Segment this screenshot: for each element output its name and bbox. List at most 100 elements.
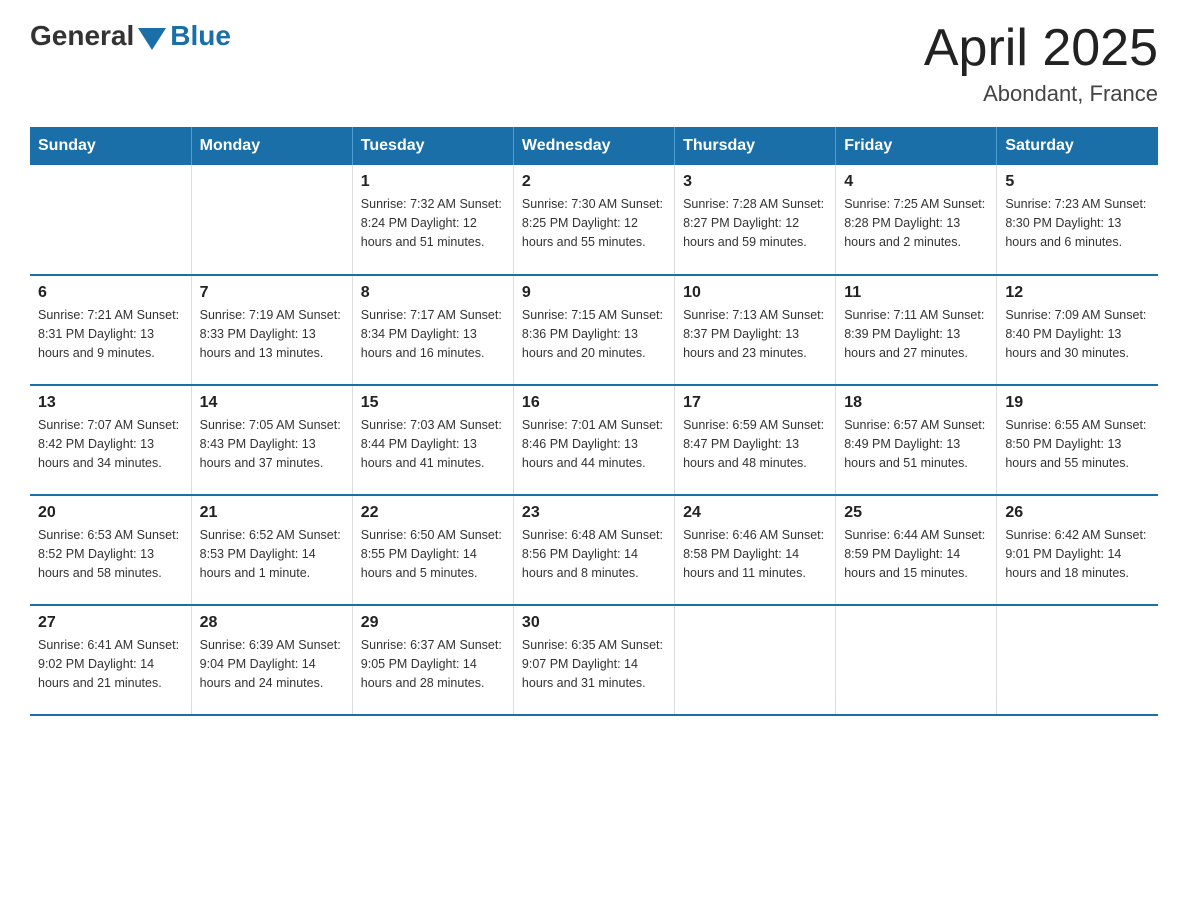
day-number: 8	[361, 284, 505, 302]
day-number: 7	[200, 284, 344, 302]
calendar-cell: 18 Sunrise: 6:57 AM Sunset: 8:49 PM Dayli…	[836, 385, 997, 495]
day-number: 11	[844, 284, 988, 302]
calendar-cell	[191, 165, 352, 275]
calendar-cell	[675, 605, 836, 715]
day-info: Sunrise: 6:57 AM Sunset: 8:49 PM Dayligh…	[844, 416, 988, 472]
logo-general-text: General	[30, 20, 134, 52]
calendar-week-row: 1 Sunrise: 7:32 AM Sunset: 8:24 PM Daylig…	[30, 165, 1158, 275]
calendar-cell: 27Sunrise: 6:41 AM Sunset: 9:02 PM Dayli…	[30, 605, 191, 715]
day-number: 14	[200, 394, 344, 412]
day-info: Sunrise: 6:46 AM Sunset: 8:58 PM Dayligh…	[683, 526, 827, 582]
calendar-cell: 23 Sunrise: 6:48 AM Sunset: 8:56 PM Dayli…	[513, 495, 674, 605]
day-info: Sunrise: 7:28 AM Sunset: 8:27 PM Dayligh…	[683, 195, 827, 251]
day-info: Sunrise: 7:30 AM Sunset: 8:25 PM Dayligh…	[522, 195, 666, 251]
calendar-header-row: SundayMondayTuesdayWednesdayThursdayFrid…	[30, 127, 1158, 165]
day-number: 12	[1005, 284, 1150, 302]
calendar-cell: 20Sunrise: 6:53 AM Sunset: 8:52 PM Dayli…	[30, 495, 191, 605]
day-info: Sunrise: 7:23 AM Sunset: 8:30 PM Dayligh…	[1005, 195, 1150, 251]
day-info: Sunrise: 7:09 AM Sunset: 8:40 PM Dayligh…	[1005, 306, 1150, 362]
column-header-saturday: Saturday	[997, 127, 1158, 165]
logo: General Blue	[30, 20, 231, 52]
day-number: 2	[522, 173, 666, 191]
column-header-friday: Friday	[836, 127, 997, 165]
calendar-table: SundayMondayTuesdayWednesdayThursdayFrid…	[30, 127, 1158, 716]
day-number: 24	[683, 504, 827, 522]
day-info: Sunrise: 6:48 AM Sunset: 8:56 PM Dayligh…	[522, 526, 666, 582]
day-info: Sunrise: 7:32 AM Sunset: 8:24 PM Dayligh…	[361, 195, 505, 251]
calendar-cell: 5 Sunrise: 7:23 AM Sunset: 8:30 PM Daylig…	[997, 165, 1158, 275]
day-number: 22	[361, 504, 505, 522]
logo-blue-text: Blue	[170, 20, 231, 52]
calendar-week-row: 20Sunrise: 6:53 AM Sunset: 8:52 PM Dayli…	[30, 495, 1158, 605]
calendar-cell: 7 Sunrise: 7:19 AM Sunset: 8:33 PM Daylig…	[191, 275, 352, 385]
calendar-cell	[997, 605, 1158, 715]
calendar-cell: 9 Sunrise: 7:15 AM Sunset: 8:36 PM Daylig…	[513, 275, 674, 385]
calendar-cell: 17 Sunrise: 6:59 AM Sunset: 8:47 PM Dayli…	[675, 385, 836, 495]
day-info: Sunrise: 6:59 AM Sunset: 8:47 PM Dayligh…	[683, 416, 827, 472]
day-number: 20	[38, 504, 183, 522]
calendar-cell: 2 Sunrise: 7:30 AM Sunset: 8:25 PM Daylig…	[513, 165, 674, 275]
calendar-cell: 1 Sunrise: 7:32 AM Sunset: 8:24 PM Daylig…	[352, 165, 513, 275]
day-number: 29	[361, 614, 505, 632]
calendar-cell	[836, 605, 997, 715]
day-info: Sunrise: 6:50 AM Sunset: 8:55 PM Dayligh…	[361, 526, 505, 582]
day-info: Sunrise: 6:52 AM Sunset: 8:53 PM Dayligh…	[200, 526, 344, 582]
day-number: 4	[844, 173, 988, 191]
day-number: 15	[361, 394, 505, 412]
calendar-cell: 22 Sunrise: 6:50 AM Sunset: 8:55 PM Dayli…	[352, 495, 513, 605]
day-info: Sunrise: 7:19 AM Sunset: 8:33 PM Dayligh…	[200, 306, 344, 362]
day-info: Sunrise: 7:13 AM Sunset: 8:37 PM Dayligh…	[683, 306, 827, 362]
calendar-week-row: 13Sunrise: 7:07 AM Sunset: 8:42 PM Dayli…	[30, 385, 1158, 495]
day-number: 28	[200, 614, 344, 632]
day-number: 21	[200, 504, 344, 522]
day-number: 9	[522, 284, 666, 302]
day-number: 23	[522, 504, 666, 522]
calendar-cell: 13Sunrise: 7:07 AM Sunset: 8:42 PM Dayli…	[30, 385, 191, 495]
column-header-monday: Monday	[191, 127, 352, 165]
calendar-cell: 28 Sunrise: 6:39 AM Sunset: 9:04 PM Dayli…	[191, 605, 352, 715]
logo-triangle-icon	[138, 28, 166, 50]
day-info: Sunrise: 7:17 AM Sunset: 8:34 PM Dayligh…	[361, 306, 505, 362]
column-header-sunday: Sunday	[30, 127, 191, 165]
column-header-thursday: Thursday	[675, 127, 836, 165]
day-number: 3	[683, 173, 827, 191]
day-number: 5	[1005, 173, 1150, 191]
day-number: 6	[38, 284, 183, 302]
calendar-cell: 24 Sunrise: 6:46 AM Sunset: 8:58 PM Dayli…	[675, 495, 836, 605]
day-number: 30	[522, 614, 666, 632]
day-number: 17	[683, 394, 827, 412]
calendar-week-row: 27Sunrise: 6:41 AM Sunset: 9:02 PM Dayli…	[30, 605, 1158, 715]
day-number: 1	[361, 173, 505, 191]
day-info: Sunrise: 7:05 AM Sunset: 8:43 PM Dayligh…	[200, 416, 344, 472]
day-number: 26	[1005, 504, 1150, 522]
calendar-cell: 19Sunrise: 6:55 AM Sunset: 8:50 PM Dayli…	[997, 385, 1158, 495]
calendar-cell	[30, 165, 191, 275]
day-info: Sunrise: 6:39 AM Sunset: 9:04 PM Dayligh…	[200, 636, 344, 692]
calendar-cell: 25Sunrise: 6:44 AM Sunset: 8:59 PM Dayli…	[836, 495, 997, 605]
day-info: Sunrise: 6:41 AM Sunset: 9:02 PM Dayligh…	[38, 636, 183, 692]
calendar-week-row: 6 Sunrise: 7:21 AM Sunset: 8:31 PM Daylig…	[30, 275, 1158, 385]
day-number: 19	[1005, 394, 1150, 412]
calendar-cell: 29Sunrise: 6:37 AM Sunset: 9:05 PM Dayli…	[352, 605, 513, 715]
day-info: Sunrise: 7:25 AM Sunset: 8:28 PM Dayligh…	[844, 195, 988, 251]
day-info: Sunrise: 7:01 AM Sunset: 8:46 PM Dayligh…	[522, 416, 666, 472]
calendar-cell: 10 Sunrise: 7:13 AM Sunset: 8:37 PM Dayli…	[675, 275, 836, 385]
calendar-cell: 12 Sunrise: 7:09 AM Sunset: 8:40 PM Dayli…	[997, 275, 1158, 385]
calendar-cell: 15 Sunrise: 7:03 AM Sunset: 8:44 PM Dayli…	[352, 385, 513, 495]
day-info: Sunrise: 7:11 AM Sunset: 8:39 PM Dayligh…	[844, 306, 988, 362]
month-title: April 2025	[924, 20, 1158, 77]
day-info: Sunrise: 6:35 AM Sunset: 9:07 PM Dayligh…	[522, 636, 666, 692]
calendar-cell: 21 Sunrise: 6:52 AM Sunset: 8:53 PM Dayli…	[191, 495, 352, 605]
day-info: Sunrise: 7:03 AM Sunset: 8:44 PM Dayligh…	[361, 416, 505, 472]
day-info: Sunrise: 7:21 AM Sunset: 8:31 PM Dayligh…	[38, 306, 183, 362]
calendar-cell: 6 Sunrise: 7:21 AM Sunset: 8:31 PM Daylig…	[30, 275, 191, 385]
calendar-cell: 16Sunrise: 7:01 AM Sunset: 8:46 PM Dayli…	[513, 385, 674, 495]
day-number: 10	[683, 284, 827, 302]
day-info: Sunrise: 7:15 AM Sunset: 8:36 PM Dayligh…	[522, 306, 666, 362]
calendar-cell: 11 Sunrise: 7:11 AM Sunset: 8:39 PM Dayli…	[836, 275, 997, 385]
calendar-cell: 30 Sunrise: 6:35 AM Sunset: 9:07 PM Dayli…	[513, 605, 674, 715]
calendar-cell: 8 Sunrise: 7:17 AM Sunset: 8:34 PM Daylig…	[352, 275, 513, 385]
day-number: 18	[844, 394, 988, 412]
page-header: General Blue April 2025 Abondant, France	[30, 20, 1158, 107]
location: Abondant, France	[924, 81, 1158, 107]
